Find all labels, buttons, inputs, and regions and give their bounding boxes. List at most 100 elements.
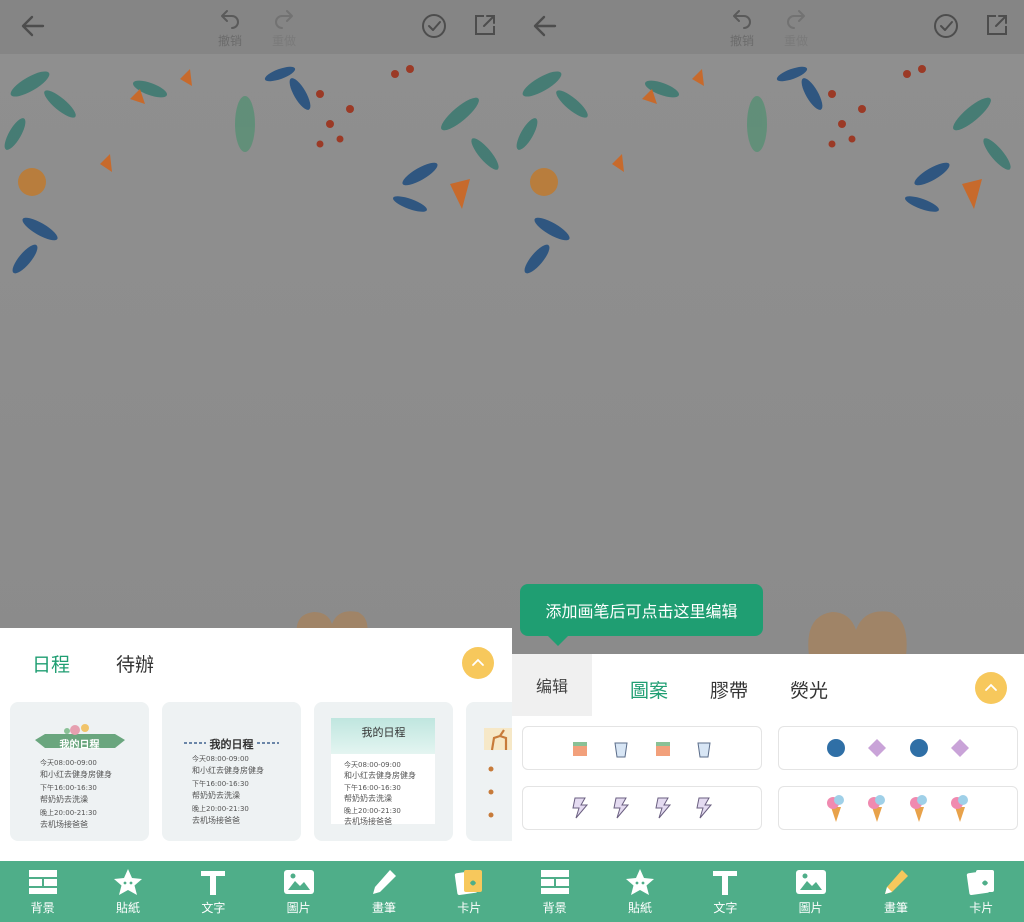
card-line: 晚上20:00-21:30 (344, 807, 401, 815)
card-line: 和小红去健身房健身 (344, 771, 416, 780)
arrow-left-icon (533, 15, 557, 37)
card-line: 去机场接爸爸 (40, 820, 88, 829)
left-screen: 撤销 重做 日程 待辦 我的日程 今天08:00-09:00 和小红去健身房健身… (0, 0, 512, 922)
template-card[interactable]: 我的日程 今天08:00-09:00 和小红去健身房健身 下午16:00-16:… (162, 702, 301, 841)
bottom-nav: 背景 貼紙 文字 圖片 畫筆 卡片 (0, 861, 512, 922)
nav-cards[interactable]: 卡片 (939, 861, 1024, 922)
nav-label: 文字 (713, 900, 738, 915)
nav-background[interactable]: 背景 (512, 861, 597, 922)
nav-stickers[interactable]: 貼紙 (597, 861, 682, 922)
tab-highlighter[interactable]: 熒光 (790, 676, 828, 703)
template-card[interactable]: 我的日程 今天08:00-09:00 和小红去健身房健身 下午16:00-16:… (10, 702, 149, 841)
drawing-canvas[interactable] (0, 54, 512, 654)
image-icon (795, 869, 826, 894)
heart-bullets (488, 766, 494, 818)
cake-icon (655, 742, 670, 756)
collapse-button[interactable] (975, 672, 1007, 704)
card-line: 下午16:00-16:30 (344, 784, 401, 792)
nav-label: 卡片 (457, 900, 482, 915)
nav-brush[interactable]: 畫筆 (341, 861, 426, 922)
ice-cream-icon (826, 795, 844, 822)
heart-sticker (808, 611, 907, 656)
brush-pattern-dots[interactable] (778, 726, 1018, 770)
card-line: 去机场接爸爸 (192, 816, 240, 825)
undo-icon (733, 10, 751, 29)
nav-label: 貼紙 (115, 900, 140, 915)
undo-button[interactable]: 撤销 (724, 8, 760, 49)
card-title: 我的日程 (361, 726, 406, 739)
tab-schedule[interactable]: 日程 (32, 650, 70, 677)
deer-icon (484, 728, 512, 751)
cup-icon (697, 742, 711, 758)
redo-button[interactable]: 重做 (266, 8, 302, 49)
nav-text[interactable]: 文字 (683, 861, 768, 922)
ice-cream-icon (868, 795, 886, 822)
tab-tape[interactable]: 膠帶 (710, 676, 748, 703)
diamond-icon (951, 739, 970, 757)
nav-label: 背景 (542, 900, 567, 915)
confirm-button[interactable] (932, 13, 960, 41)
drawing-canvas[interactable] (512, 54, 1024, 654)
back-button[interactable] (530, 12, 560, 42)
arrow-left-icon (21, 15, 45, 37)
nav-background[interactable]: 背景 (0, 861, 85, 922)
redo-icon (275, 10, 293, 29)
nav-cards[interactable]: 卡片 (427, 861, 512, 922)
nav-images[interactable]: 圖片 (256, 861, 341, 922)
redo-label: 重做 (271, 34, 296, 48)
card-line: 下午16:00-16:30 (192, 780, 249, 788)
nav-images[interactable]: 圖片 (768, 861, 853, 922)
text-icon (713, 870, 738, 895)
nav-brush[interactable]: 畫筆 (853, 861, 938, 922)
card-icon (455, 869, 483, 895)
export-button[interactable] (984, 13, 1010, 39)
nav-stickers[interactable]: 貼紙 (85, 861, 170, 922)
card-line: 今天08:00-09:00 (344, 761, 401, 769)
tab-todo[interactable]: 待辦 (116, 650, 154, 677)
undo-label: 撤销 (217, 34, 242, 48)
check-circle-icon (422, 14, 446, 38)
brush-pattern-lightning[interactable] (522, 786, 762, 830)
export-button[interactable] (472, 13, 498, 39)
image-icon (283, 869, 314, 894)
nav-label: 畫筆 (371, 900, 396, 915)
share-icon (987, 15, 1007, 35)
ice-cream-icon (909, 795, 927, 822)
card-title: 我的日程 (209, 738, 254, 751)
brush-pattern-icecream[interactable] (778, 786, 1018, 830)
edit-hint-tooltip: 添加画笔后可点击这里编辑 (520, 584, 763, 646)
blue-dot-icon (826, 739, 845, 757)
redo-icon (787, 10, 805, 29)
cake-icon (572, 742, 587, 756)
card-line: 晚上20:00-21:30 (40, 809, 97, 817)
brush-pattern-cake[interactable] (522, 726, 762, 770)
card-line: 去机场接爸爸 (344, 817, 392, 826)
brush-panel: 编辑 圖案 膠帶 熒光 (512, 654, 1024, 861)
undo-button[interactable]: 撤销 (212, 8, 248, 49)
card-line: 帮奶奶去洗澡 (40, 795, 88, 804)
nav-label: 貼紙 (627, 900, 652, 915)
template-panel: 日程 待辦 我的日程 今天08:00-09:00 和小红去健身房健身 下午16:… (0, 628, 512, 861)
top-toolbar: 撤销 重做 (0, 0, 512, 54)
back-button[interactable] (18, 12, 48, 42)
right-screen: 撤销 重做 编辑 圖案 膠帶 熒光 背景 貼紙 文字 圖片 畫筆 卡片 (512, 0, 1024, 922)
background-grid-icon (28, 869, 57, 894)
collapse-button[interactable] (462, 647, 494, 679)
nav-text[interactable]: 文字 (171, 861, 256, 922)
screenshot-root: 撤销 重做 日程 待辦 我的日程 今天08:00-09:00 和小红去健身房健身… (0, 0, 1024, 922)
lightning-icon (655, 797, 671, 819)
nav-label: 卡片 (969, 900, 994, 915)
redo-button[interactable]: 重做 (778, 8, 814, 49)
card-line: 今天08:00-09:00 (192, 755, 249, 763)
edit-tab[interactable]: 编辑 (512, 654, 592, 716)
pencil-icon (884, 869, 908, 894)
template-card[interactable] (466, 702, 512, 841)
nav-label: 圖片 (798, 900, 823, 915)
card-line: 和小红去健身房健身 (40, 770, 112, 779)
tab-pattern[interactable]: 圖案 (630, 676, 668, 703)
template-card[interactable]: 我的日程 今天08:00-09:00 和小红去健身房健身 下午16:00-16:… (314, 702, 453, 841)
undo-icon (221, 10, 239, 29)
template-tabs: 日程 待辦 (32, 650, 154, 677)
lightning-icon (572, 797, 588, 819)
confirm-button[interactable] (420, 13, 448, 41)
